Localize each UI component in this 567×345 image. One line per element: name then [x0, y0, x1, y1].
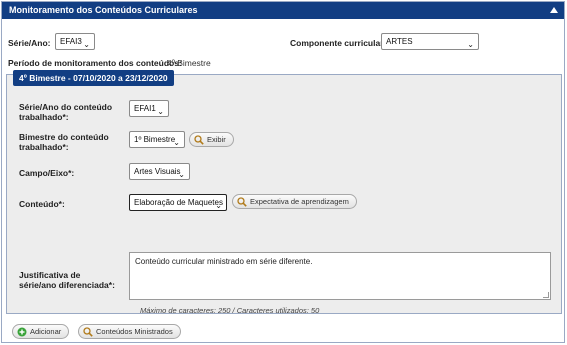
conteudo-label: Conteúdo*: — [19, 199, 65, 209]
char-count-hint: Máximo de caracteres: 250 / Caracteres u… — [140, 306, 320, 315]
serie-select[interactable]: EFAI3 ⌄ — [55, 33, 95, 50]
chevron-down-icon: ⌄ — [83, 40, 90, 49]
exibir-label: Exibir — [207, 135, 226, 144]
campo-value: Artes Visuais — [134, 167, 181, 176]
serie-conteudo-label: Série/Ano do conteúdo trabalhado*: — [19, 102, 113, 122]
collapse-icon[interactable] — [550, 7, 558, 13]
bimestre-value: 1º Bimestre — [134, 135, 176, 144]
componente-select-value: ARTES — [386, 37, 413, 46]
componente-select[interactable]: ARTES ⌄ — [381, 33, 479, 50]
justificativa-textarea[interactable]: Conteúdo curricular ministrado em série … — [129, 252, 551, 300]
bimestre-label: Bimestre do conteúdo trabalhado*: — [19, 132, 109, 152]
panel-title: Monitoramento dos Conteúdos Curriculares — [9, 5, 198, 15]
serie-conteudo-select[interactable]: EFAI1 ⌄ — [129, 100, 169, 117]
resize-handle-icon[interactable] — [543, 292, 549, 298]
serie-select-value: EFAI3 — [60, 37, 82, 46]
periodo-label: Período de monitoramento dos conteúdos: — [8, 58, 182, 68]
adicionar-button[interactable]: Adicionar — [12, 324, 70, 339]
serie-conteudo-value: EFAI1 — [134, 104, 156, 113]
adicionar-label: Adicionar — [30, 327, 62, 336]
panel-header: Monitoramento dos Conteúdos Curriculares — [2, 2, 564, 19]
componente-label: Componente curricular: — [290, 38, 387, 48]
conteudos-ministrados-label: Conteúdos Ministrados — [96, 327, 173, 336]
expectativa-button[interactable]: Expectativa de aprendizagem — [232, 194, 357, 209]
chevron-down-icon: ⌄ — [173, 138, 180, 147]
conteudos-ministrados-button[interactable]: Conteúdos Ministrados — [78, 324, 181, 339]
conteudo-select[interactable]: Elaboração de Maquetes ⌄ — [129, 194, 227, 211]
magnifier-icon — [237, 197, 247, 207]
expectativa-label: Expectativa de aprendizagem — [250, 197, 349, 206]
chevron-down-icon: ⌄ — [157, 107, 164, 116]
conteudo-value: Elaboração de Maquetes — [134, 198, 223, 207]
magnifier-icon — [83, 327, 93, 337]
chevron-down-icon: ⌄ — [215, 201, 222, 210]
plus-circle-icon — [17, 327, 27, 337]
bimestre-legend: 4º Bimestre - 07/10/2020 a 23/12/2020 — [13, 70, 174, 86]
justificativa-label: Justificativa de série/ano diferenciada*… — [19, 270, 115, 290]
serie-label: Série/Ano: — [8, 38, 51, 48]
magnifier-icon — [194, 135, 204, 145]
chevron-down-icon: ⌄ — [467, 40, 474, 49]
exibir-button[interactable]: Exibir — [189, 132, 234, 147]
bimestre-select[interactable]: 1º Bimestre ⌄ — [129, 131, 185, 148]
justificativa-text: Conteúdo curricular ministrado em série … — [135, 257, 313, 266]
periodo-value: 4º Bimestre — [167, 58, 211, 68]
campo-select[interactable]: Artes Visuais ⌄ — [129, 163, 190, 180]
monitoramento-panel: Monitoramento dos Conteúdos Curriculares… — [1, 1, 565, 343]
campo-label: Campo/Eixo*: — [19, 168, 75, 178]
chevron-down-icon: ⌄ — [178, 170, 185, 179]
